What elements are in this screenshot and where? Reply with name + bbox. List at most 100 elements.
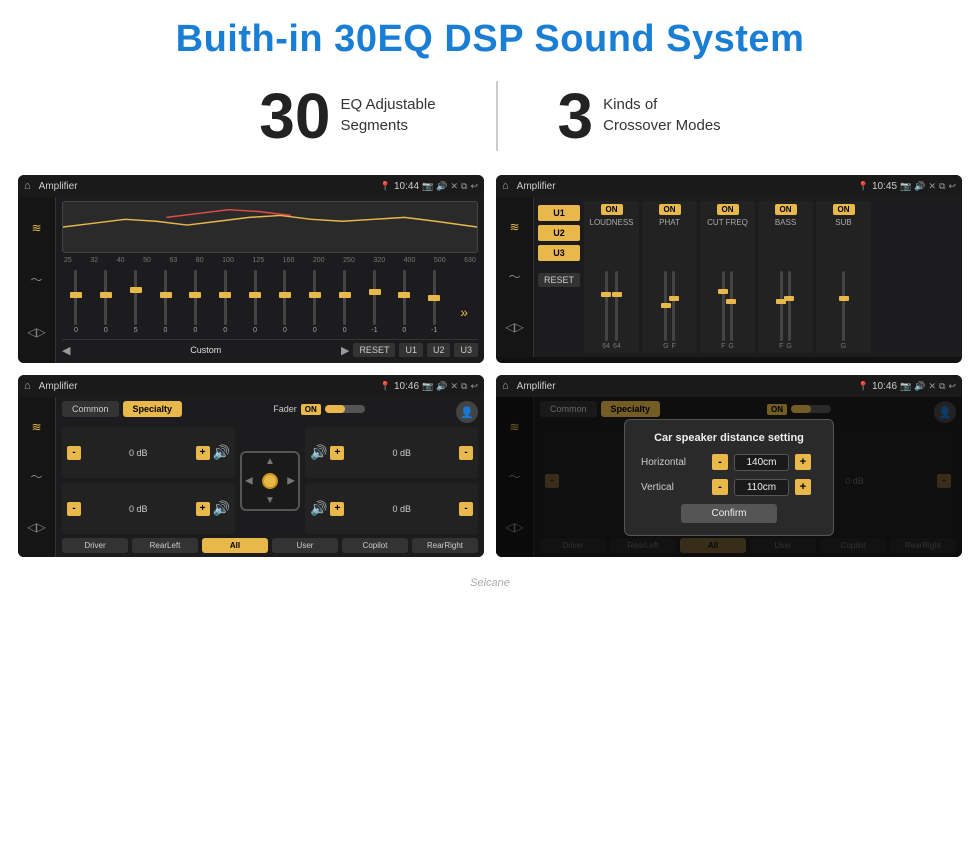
page-title: Buith-in 30EQ DSP Sound System	[20, 18, 960, 61]
fader-6[interactable]: 0	[211, 270, 239, 334]
fader-3[interactable]: 5	[122, 270, 150, 334]
window-icon-2[interactable]: ⧉	[939, 181, 945, 192]
fader-5[interactable]: 0	[181, 270, 209, 334]
cross-u1-button[interactable]: U1	[538, 205, 580, 221]
cutfreq-sliders: F G	[721, 229, 734, 350]
cross-u3-button[interactable]: U3	[538, 245, 580, 261]
eq-faders: 0 0 5 0 0 0 0 0 0 0 -1 0 -1 »	[62, 266, 478, 336]
fader-10[interactable]: 0	[331, 270, 359, 334]
back-icon-3[interactable]: ↩	[470, 381, 478, 392]
back-icon-2[interactable]: ↩	[948, 181, 956, 192]
br-plus-btn[interactable]: +	[330, 502, 344, 516]
fader-8[interactable]: 0	[271, 270, 299, 334]
screen4-content: ≋ 〜 ◁▷ Common Specialty ON 👤	[496, 397, 962, 557]
band-bass: ON BASS F G	[758, 201, 813, 353]
loudness-on-badge: ON	[601, 204, 623, 215]
stat-text-eq: EQ Adjustable Segments	[340, 84, 435, 136]
fader-9[interactable]: 0	[301, 270, 329, 334]
confirm-button[interactable]: Confirm	[681, 504, 776, 523]
horizontal-minus-btn[interactable]: -	[712, 454, 728, 470]
fader-12[interactable]: 0	[390, 270, 418, 334]
window-icon[interactable]: ⧉	[461, 181, 467, 192]
eq-next-icon[interactable]: ▶	[341, 344, 349, 357]
fader-11[interactable]: -1	[361, 270, 389, 334]
cross-u2-button[interactable]: U2	[538, 225, 580, 241]
home-icon-2[interactable]: ⌂	[502, 180, 509, 192]
channel-bottom-left: - 0 dB + 🔊	[62, 483, 235, 534]
camera-icon-3: 📷	[422, 381, 433, 392]
home-icon-3[interactable]: ⌂	[24, 380, 31, 392]
fader-7[interactable]: 0	[241, 270, 269, 334]
sidebar-vol-icon-2[interactable]: ◁▷	[505, 320, 523, 334]
fader-label: Fader	[273, 404, 297, 414]
vertical-plus-btn[interactable]: +	[795, 479, 811, 495]
common-tab[interactable]: Common	[62, 401, 119, 417]
eq-prev-icon[interactable]: ◀	[62, 344, 70, 357]
sidebar-wave-icon-2[interactable]: 〜	[508, 268, 520, 285]
close-icon-3[interactable]: ✕	[450, 381, 458, 392]
fader-1[interactable]: 0	[62, 270, 90, 334]
reset-button[interactable]: RESET	[353, 343, 395, 357]
vertical-label: Vertical	[641, 482, 706, 493]
joystick-outer[interactable]: ▲ ▼ ◀ ▶	[240, 451, 300, 511]
close-icon-4[interactable]: ✕	[928, 381, 936, 392]
window-icon-4[interactable]: ⧉	[939, 381, 945, 392]
channel-top-left: - 0 dB + 🔊	[62, 427, 235, 478]
sub-label: SUB	[835, 218, 851, 227]
pin-icon-4: 📍	[858, 381, 869, 392]
sidebar-wave-icon[interactable]: 〜	[30, 271, 42, 288]
sidebar-wave-icon-3[interactable]: 〜	[30, 468, 42, 485]
vertical-row: Vertical - 110cm +	[641, 479, 817, 496]
fader-row: Fader ON	[273, 404, 365, 415]
loudness-label: LOUDNESS	[590, 218, 634, 227]
tl-plus-btn[interactable]: +	[196, 446, 210, 460]
close-icon-2[interactable]: ✕	[928, 181, 936, 192]
fader-13[interactable]: -1	[420, 270, 448, 334]
screen4-icons: 📍 10:46 📷 🔊 ✕ ⧉ ↩	[858, 381, 956, 392]
copilot-button[interactable]: Copilot	[342, 538, 408, 553]
crossover-bands: ON LOUDNESS 64 64 ON PHAT G F	[584, 201, 958, 353]
back-icon-4[interactable]: ↩	[948, 381, 956, 392]
u2-button[interactable]: U2	[427, 343, 451, 357]
screen-eq: ⌂ Amplifier 📍 10:44 📷 🔊 ✕ ⧉ ↩ ≋ 〜 ◁▷	[18, 175, 484, 363]
home-icon-4[interactable]: ⌂	[502, 380, 509, 392]
window-icon-3[interactable]: ⧉	[461, 381, 467, 392]
user-button[interactable]: User	[272, 538, 338, 553]
sidebar-eq-icon-3[interactable]: ≋	[31, 420, 41, 434]
sidebar-eq-icon-2[interactable]: ≋	[509, 220, 519, 234]
screen4-title: Amplifier	[517, 381, 854, 392]
br-minus-btn[interactable]: -	[459, 502, 473, 516]
home-icon[interactable]: ⌂	[24, 180, 31, 192]
fader-2[interactable]: 0	[92, 270, 120, 334]
horizontal-plus-btn[interactable]: +	[795, 454, 811, 470]
speaker-tl-icon: 🔊	[213, 444, 230, 461]
rear-left-button[interactable]: RearLeft	[132, 538, 198, 553]
u3-button[interactable]: U3	[454, 343, 478, 357]
bass-sliders: F G	[779, 229, 792, 350]
vertical-minus-btn[interactable]: -	[712, 479, 728, 495]
bass-label: BASS	[775, 218, 796, 227]
screen3-sidebar: ≋ 〜 ◁▷	[18, 397, 56, 557]
tl-minus-btn[interactable]: -	[67, 446, 81, 460]
driver-button[interactable]: Driver	[62, 538, 128, 553]
all-button[interactable]: All	[202, 538, 268, 553]
tr-plus-btn[interactable]: +	[330, 446, 344, 460]
sidebar-eq-icon[interactable]: ≋	[31, 221, 41, 235]
joystick-area[interactable]: ▲ ▼ ◀ ▶	[240, 427, 300, 534]
specialty-tab[interactable]: Specialty	[123, 401, 183, 417]
sidebar-vol-icon[interactable]: ◁▷	[27, 325, 45, 339]
close-icon[interactable]: ✕	[450, 181, 458, 192]
tr-minus-btn[interactable]: -	[459, 446, 473, 460]
cross-reset-button[interactable]: RESET	[538, 273, 580, 287]
band-cutfreq: ON CUT FREQ F G	[700, 201, 755, 353]
u1-button[interactable]: U1	[399, 343, 423, 357]
sidebar-vol-icon-3[interactable]: ◁▷	[27, 520, 45, 534]
fader-4[interactable]: 0	[152, 270, 180, 334]
rear-right-button[interactable]: RearRight	[412, 538, 478, 553]
fader-more[interactable]: »	[450, 304, 478, 334]
back-icon[interactable]: ↩	[470, 181, 478, 192]
bl-plus-btn[interactable]: +	[196, 502, 210, 516]
joystick-knob[interactable]	[262, 473, 278, 489]
bl-minus-btn[interactable]: -	[67, 502, 81, 516]
channel-bottom-right: - 0 dB + 🔊	[305, 483, 478, 534]
